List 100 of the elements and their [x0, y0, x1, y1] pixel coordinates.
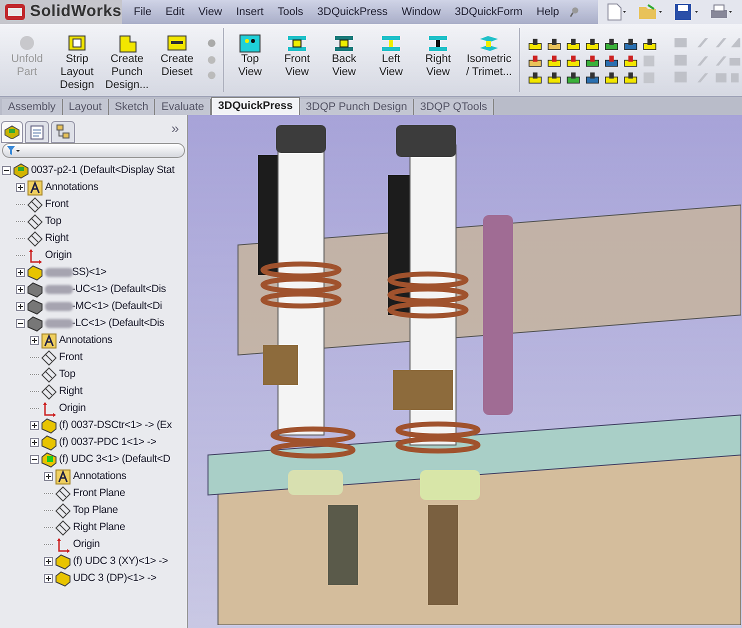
tree-item[interactable]: (f) UDC 3<1> (Default<D [59, 452, 170, 468]
part-icon [41, 434, 57, 450]
tree-item[interactable]: Top Plane [73, 502, 118, 518]
configuration-tab[interactable] [51, 121, 75, 143]
expand-icon[interactable] [30, 336, 39, 345]
toolbar-button[interactable]: Strip Layout Design [54, 34, 100, 92]
collapse-icon[interactable] [2, 166, 11, 175]
ribbon-tab[interactable]: 3DQP Punch Design [300, 99, 414, 115]
expand-panel-button[interactable]: » [171, 118, 179, 139]
annotations-icon [55, 468, 71, 484]
tree-item[interactable]: Right [59, 384, 83, 400]
menu-item[interactable]: 3DQuickPress [317, 4, 388, 20]
tree-item[interactable]: Front [59, 350, 83, 366]
toolbar-button[interactable]: Top View [228, 34, 272, 79]
save-icon[interactable] [674, 3, 700, 21]
menu-item[interactable]: Help [536, 4, 560, 20]
toolbar-button[interactable]: Left View [369, 34, 414, 79]
collapse-icon[interactable] [30, 455, 39, 464]
expand-icon[interactable] [44, 557, 53, 566]
printer-icon[interactable] [710, 3, 734, 21]
tree-item[interactable]: Origin [45, 248, 72, 264]
tree-item[interactable]: (f) 0037-PDC 1<1> -> [59, 434, 156, 450]
toolbar-button[interactable]: Back View [322, 34, 366, 79]
ribbon-tab[interactable]: Sketch [108, 99, 156, 115]
tree-item[interactable]: Front Plane [73, 486, 126, 502]
toolbar-button[interactable]: Create Dieset [154, 34, 200, 79]
ribbon-tab[interactable]: Layout [62, 99, 109, 115]
hierarchy-icon [56, 124, 70, 140]
expand-icon[interactable] [44, 472, 53, 481]
tree-item[interactable]: (f) UDC 3 (XY)<1> -> [73, 554, 168, 570]
tree-item[interactable]: Annotations [45, 180, 98, 196]
part-icon [55, 554, 71, 570]
tree-item[interactable]: Right Plane [73, 520, 126, 536]
tree-item[interactable]: Top [45, 214, 62, 230]
view-orientation-icon [238, 34, 262, 53]
plane-icon [55, 520, 71, 536]
filter-icon [7, 146, 21, 156]
tree-item[interactable]: Annotations [73, 468, 126, 484]
tree-item[interactable]: SS)<1> [72, 264, 106, 280]
plane-icon [41, 384, 57, 400]
menu-item[interactable]: Window [402, 4, 441, 20]
ribbon-tab[interactable]: 3DQP QTools [414, 99, 494, 115]
app-logo: SolidWorks [30, 2, 122, 22]
tree-item[interactable]: -UC<1> (Default<Dis [72, 282, 166, 298]
tree-item[interactable]: -LC<1> (Default<Dis [72, 316, 164, 332]
toolbar-button[interactable]: Right View [416, 34, 460, 79]
expand-icon[interactable] [44, 574, 53, 583]
logo-icon [4, 3, 26, 21]
plane-icon [55, 486, 71, 502]
plane-icon [41, 366, 57, 382]
expand-icon[interactable] [16, 285, 25, 294]
property-tab[interactable] [25, 121, 49, 143]
new-document-icon[interactable] [606, 3, 628, 21]
expand-icon[interactable] [16, 268, 25, 277]
menu-item[interactable]: Edit [165, 4, 184, 20]
toolbar-button[interactable]: Create Punch Design... [104, 34, 150, 92]
part-icon [55, 570, 71, 586]
expand-icon[interactable] [30, 421, 39, 430]
menu-item[interactable]: File [134, 4, 152, 20]
plane-icon [55, 502, 71, 518]
ribbon-tab[interactable]: 3DQuickPress [211, 97, 300, 115]
collapse-icon[interactable] [16, 319, 25, 328]
expand-icon[interactable] [16, 183, 25, 192]
plane-icon [27, 196, 43, 212]
ribbon-tab[interactable]: Evaluate [155, 99, 212, 115]
expand-icon[interactable] [30, 438, 39, 447]
tree-item[interactable]: UDC 3 (DP)<1> -> [73, 570, 156, 586]
annotations-icon [41, 332, 57, 348]
tree-item[interactable]: -MC<1> (Default<Di [72, 298, 162, 314]
tree-item[interactable]: 0037-p2-1 (Default<Display Stat [31, 162, 175, 178]
toolbar-button[interactable]: Front View [275, 34, 320, 79]
assembly-icon [13, 162, 29, 178]
ribbon-tab[interactable]: Assembly [2, 99, 63, 115]
tree-item[interactable]: Origin [73, 536, 100, 552]
plane-icon [41, 350, 57, 366]
annotations-icon [27, 180, 43, 196]
menu-item[interactable]: Tools [278, 4, 304, 20]
menu-item[interactable]: Insert [236, 4, 264, 20]
tree-item[interactable]: Origin [59, 400, 86, 416]
toolbar-button[interactable]: Isometric / Trimet... [463, 34, 516, 79]
part-icon [27, 316, 43, 332]
menu-item[interactable]: View [198, 4, 222, 20]
menu-item[interactable]: 3DQuickForm [454, 4, 523, 20]
tree-item[interactable]: Front [45, 196, 69, 212]
plane-icon [27, 230, 43, 246]
press-tool-icon [165, 34, 189, 53]
expand-icon[interactable] [16, 302, 25, 311]
part-icon [27, 282, 43, 298]
filter-field[interactable] [2, 143, 185, 158]
origin-icon [41, 400, 57, 416]
feature-tree-tab[interactable] [1, 121, 23, 143]
tree-item[interactable]: (f) 0037-DSCtr<1> -> (Ex [59, 418, 172, 434]
clipboard-icon [30, 124, 44, 140]
plane-icon [27, 214, 43, 230]
tree-item[interactable]: Right [45, 230, 69, 246]
origin-icon [27, 248, 43, 264]
tree-item[interactable]: Annotations [59, 332, 112, 348]
assembly-icon [4, 125, 20, 139]
tree-item[interactable]: Top [59, 366, 76, 382]
origin-icon [55, 536, 71, 552]
